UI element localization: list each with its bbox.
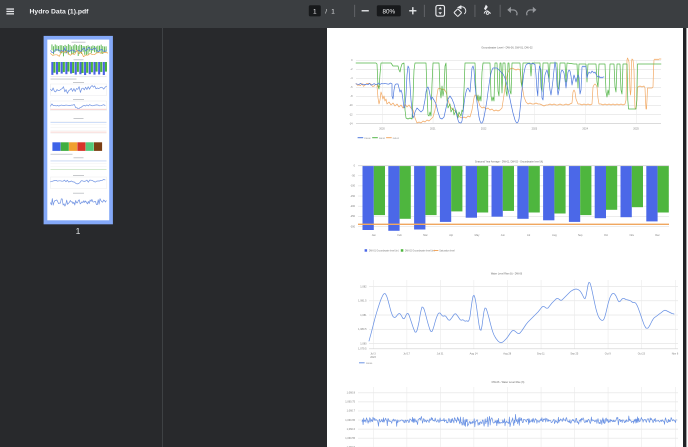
svg-text:DW-01: DW-01 [379, 138, 386, 140]
svg-text:Mar: Mar [423, 234, 427, 237]
svg-text:Aug 14: Aug 14 [470, 353, 479, 356]
svg-text:1,060.7: 1,060.7 [347, 410, 356, 413]
svg-text:-250: -250 [350, 215, 356, 218]
svg-text:Hydro Data (1).pdf: Hydro Data (1).pdf [30, 9, 90, 16]
svg-text:Nov 6: Nov 6 [672, 353, 679, 356]
svg-text:Dec: Dec [655, 234, 660, 237]
svg-text:1,060.75: 1,060.75 [345, 401, 355, 404]
svg-text:DW-02: DW-02 [393, 138, 400, 140]
svg-text:Jul 3: Jul 3 [370, 353, 376, 356]
svg-text:-14: -14 [349, 122, 353, 125]
svg-text:DW-02 Groundwater level (in): DW-02 Groundwater level (in) [405, 250, 435, 253]
svg-text:Jul 17: Jul 17 [403, 353, 410, 356]
svg-text:Nov: Nov [630, 234, 635, 237]
svg-text:1,060.8: 1,060.8 [347, 392, 356, 395]
svg-text:Jan: Jan [372, 234, 377, 237]
svg-text:Seasonal Year Average - DW-01,: Seasonal Year Average - DW-01, DW-02 - G… [475, 160, 543, 163]
svg-text:2021: 2021 [430, 128, 436, 131]
svg-text:1: 1 [76, 226, 81, 236]
svg-text:2023: 2023 [370, 356, 376, 359]
svg-text:Groundwater Level - DW-06, DW-: Groundwater Level - DW-06, DW-01, DW-02 [481, 45, 533, 49]
svg-text:1,060.65: 1,060.65 [345, 419, 355, 422]
svg-text:DW-06: DW-06 [364, 138, 371, 140]
svg-text:-300: -300 [350, 225, 356, 228]
svg-text:Oct: Oct [604, 234, 608, 237]
svg-text:/: / [325, 8, 327, 15]
svg-text:Jun: Jun [501, 234, 506, 237]
svg-text:-10: -10 [349, 104, 353, 107]
svg-text:1,082: 1,082 [360, 285, 367, 288]
svg-text:1,080.5: 1,080.5 [358, 328, 367, 331]
svg-text:Water Level Rise (ft) - DW-06: Water Level Rise (ft) - DW-06 [491, 273, 523, 276]
svg-text:Saturation level: Saturation level [439, 250, 455, 253]
svg-text:2023: 2023 [532, 128, 538, 131]
svg-text:Oct 9: Oct 9 [605, 353, 612, 356]
svg-text:Oct 23: Oct 23 [638, 353, 646, 356]
svg-text:Sep 11: Sep 11 [537, 353, 545, 356]
svg-text:1,060.6: 1,060.6 [347, 428, 356, 431]
svg-text:May: May [475, 234, 480, 237]
svg-text:DW-06: DW-06 [366, 363, 373, 365]
svg-text:DW-01 Groundwater level (in): DW-01 Groundwater level (in) [369, 250, 399, 253]
svg-text:1,079.5: 1,079.5 [358, 348, 367, 351]
svg-text:1: 1 [313, 8, 317, 15]
svg-text:1: 1 [331, 8, 335, 15]
svg-text:-150: -150 [350, 195, 356, 198]
svg-text:1,081: 1,081 [360, 314, 367, 317]
svg-text:1,081.5: 1,081.5 [358, 300, 367, 303]
svg-text:Aug 28: Aug 28 [503, 353, 512, 356]
svg-text:DW-06 - Water Level Rise (ft): DW-06 - Water Level Rise (ft) [492, 381, 525, 384]
svg-text:2025: 2025 [633, 128, 639, 131]
svg-text:2024: 2024 [582, 128, 588, 131]
svg-text:Sep: Sep [578, 234, 583, 237]
svg-text:Aug: Aug [552, 234, 557, 237]
svg-text:-100: -100 [350, 185, 356, 188]
svg-text:-50: -50 [351, 175, 355, 178]
svg-text:Apr: Apr [449, 234, 453, 237]
svg-text:1,080: 1,080 [360, 342, 367, 345]
svg-text:80%: 80% [382, 8, 395, 15]
svg-text:Jul: Jul [527, 234, 531, 237]
svg-text:-12: -12 [349, 113, 353, 116]
svg-text:Sep 25: Sep 25 [570, 353, 579, 356]
svg-text:Jul 31: Jul 31 [437, 353, 444, 356]
svg-text:Feb: Feb [397, 234, 402, 237]
svg-text:2020: 2020 [379, 128, 385, 131]
svg-text:2022: 2022 [481, 128, 487, 131]
svg-text:1,060.55: 1,060.55 [345, 437, 355, 440]
svg-text:-200: -200 [350, 205, 356, 208]
